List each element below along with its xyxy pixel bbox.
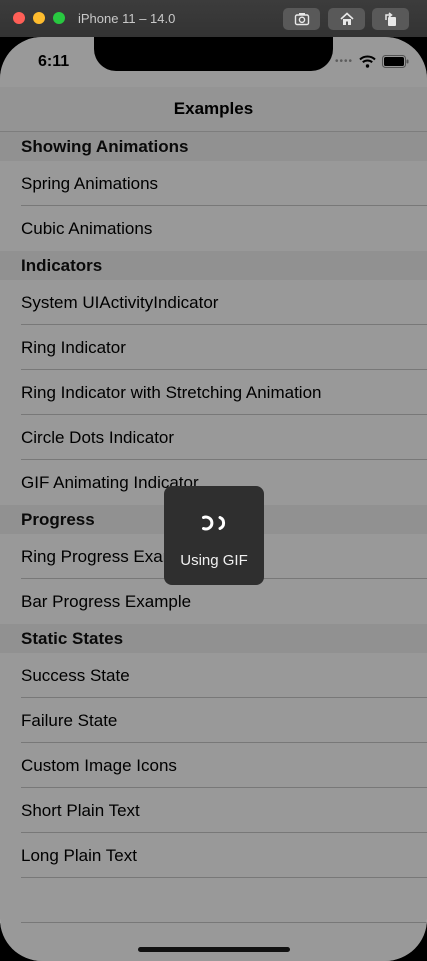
progress-hud: Using GIF <box>164 486 264 585</box>
simulator-title: iPhone 11 – 14.0 <box>78 11 176 26</box>
hud-label: Using GIF <box>180 552 248 569</box>
simulator-titlebar: iPhone 11 – 14.0 <box>0 0 427 37</box>
home-icon <box>339 12 354 25</box>
maximize-window-button[interactable] <box>53 12 65 24</box>
screenshot-button[interactable] <box>283 8 320 30</box>
home-indicator[interactable] <box>138 947 290 952</box>
home-button[interactable] <box>328 8 365 30</box>
close-window-button[interactable] <box>13 12 25 24</box>
camera-icon <box>294 13 309 26</box>
device-frame: 6:11 •••• Examples Showing Animations Sp… <box>0 37 427 961</box>
gif-spinner-icon <box>202 515 226 531</box>
rotate-icon <box>384 12 396 26</box>
rotate-button[interactable] <box>372 8 409 30</box>
minimize-window-button[interactable] <box>33 12 45 24</box>
